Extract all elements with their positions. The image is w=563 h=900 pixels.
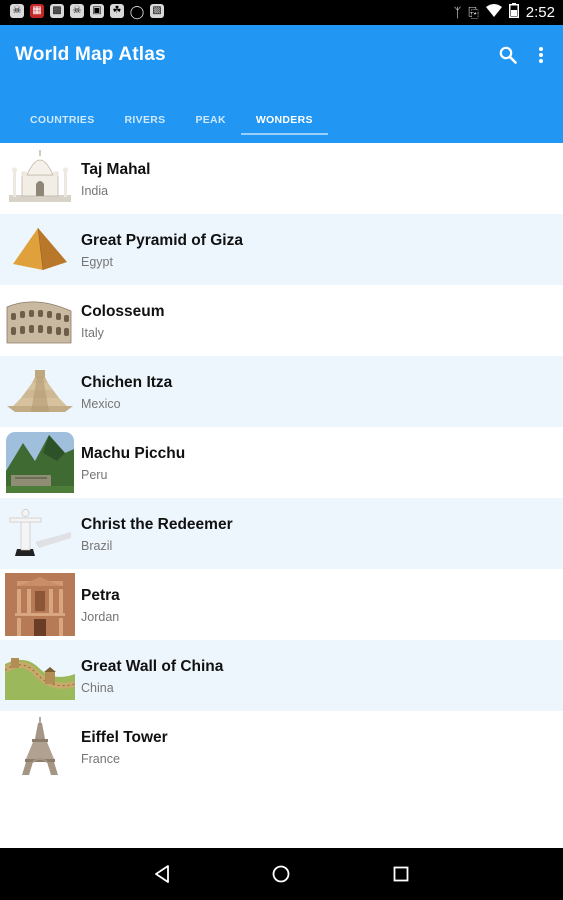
bluetooth-icon: ᛉ	[453, 4, 462, 20]
list-item[interactable]: Colosseum Italy	[0, 285, 563, 356]
list-item[interactable]: Machu Picchu Peru	[0, 427, 563, 498]
wonder-name: Colosseum	[81, 303, 165, 320]
wonder-name: Christ the Redeemer	[81, 516, 233, 533]
wonder-country: India	[81, 184, 109, 198]
wonder-country: France	[81, 752, 120, 766]
news-icon: ▦	[30, 4, 44, 18]
list-item[interactable]: Chichen Itza Mexico	[0, 356, 563, 427]
wonder-name: Great Wall of China	[81, 658, 224, 675]
tab-wonders[interactable]: WONDERS	[240, 97, 328, 143]
taj-mahal-icon	[5, 147, 75, 210]
list-item[interactable]: Eiffel Tower France	[0, 711, 563, 782]
battery-icon	[508, 3, 519, 21]
tab-peak[interactable]: PEAK	[180, 97, 240, 143]
list-item[interactable]: Great Pyramid of Giza Egypt	[0, 214, 563, 285]
great-wall-icon	[5, 644, 75, 707]
eiffel-tower-icon	[5, 715, 75, 778]
recents-button[interactable]	[390, 863, 412, 885]
wonder-name: Petra	[81, 587, 120, 604]
lightbulb-icon: ◯	[129, 3, 145, 19]
wonder-country: Brazil	[81, 539, 113, 553]
tab-bar: COUNTRIES RIVERS PEAK WONDERS	[15, 97, 328, 143]
wonder-country: Mexico	[81, 397, 121, 411]
wonder-country: Peru	[81, 468, 108, 482]
photo-icon: ▣	[90, 4, 104, 18]
navigation-bar	[0, 848, 563, 900]
gallery-icon: ▩	[50, 4, 64, 18]
tab-countries[interactable]: COUNTRIES	[15, 97, 110, 143]
pyramid-icon	[5, 218, 75, 281]
search-icon	[499, 46, 517, 64]
chichen-itza-icon	[5, 360, 75, 423]
wonders-list: Taj Mahal India Great Pyramid of Giza Eg…	[0, 143, 563, 782]
notification-icons: ☠ ▦ ▩ ☠ ▣ ☘ ◯ ▧	[10, 4, 164, 18]
wonder-country: Egypt	[81, 255, 113, 269]
christ-statue-icon	[5, 502, 75, 565]
back-button[interactable]	[151, 863, 173, 885]
search-button[interactable]	[495, 42, 521, 68]
skull-icon: ☠	[70, 4, 84, 18]
list-item[interactable]: Taj Mahal India	[0, 143, 563, 214]
system-indicators: ᛉ ⎘ 2:52	[454, 3, 555, 21]
app-title: World Map Atlas	[15, 44, 166, 65]
wonder-name: Chichen Itza	[81, 374, 173, 391]
machu-picchu-icon	[5, 431, 75, 494]
tab-rivers[interactable]: RIVERS	[110, 97, 181, 143]
list-item[interactable]: Christ the Redeemer Brazil	[0, 498, 563, 569]
clock: 2:52	[525, 3, 555, 21]
home-button[interactable]	[270, 863, 292, 885]
wifi-icon	[485, 3, 502, 21]
wonder-name: Machu Picchu	[81, 445, 186, 462]
wonder-country: Jordan	[81, 610, 120, 624]
overflow-menu-button[interactable]	[528, 42, 554, 68]
overflow-menu-icon	[539, 47, 543, 63]
wonder-name: Eiffel Tower	[81, 729, 168, 746]
list-item[interactable]: Petra Jordan	[0, 569, 563, 640]
app-bar: World Map Atlas COUNTRIES RIVERS PEAK WO…	[0, 25, 563, 143]
wonder-country: Italy	[81, 326, 104, 340]
back-icon	[155, 865, 169, 883]
skull-icon: ☠	[10, 4, 24, 18]
list-item[interactable]: Great Wall of China China	[0, 640, 563, 711]
status-bar: ☠ ▦ ▩ ☠ ▣ ☘ ◯ ▧ ᛉ ⎘ 2:52	[0, 0, 563, 25]
image-icon: ▧	[150, 4, 164, 18]
wonder-country: China	[81, 681, 114, 695]
wonder-name: Great Pyramid of Giza	[81, 232, 243, 249]
vibrate-icon: ⎘	[468, 4, 479, 20]
recents-icon	[393, 866, 409, 882]
colosseum-icon	[5, 289, 75, 352]
home-icon	[272, 865, 290, 883]
leaf-icon: ☘	[110, 4, 124, 18]
petra-icon	[5, 573, 75, 636]
wonder-name: Taj Mahal	[81, 161, 151, 178]
